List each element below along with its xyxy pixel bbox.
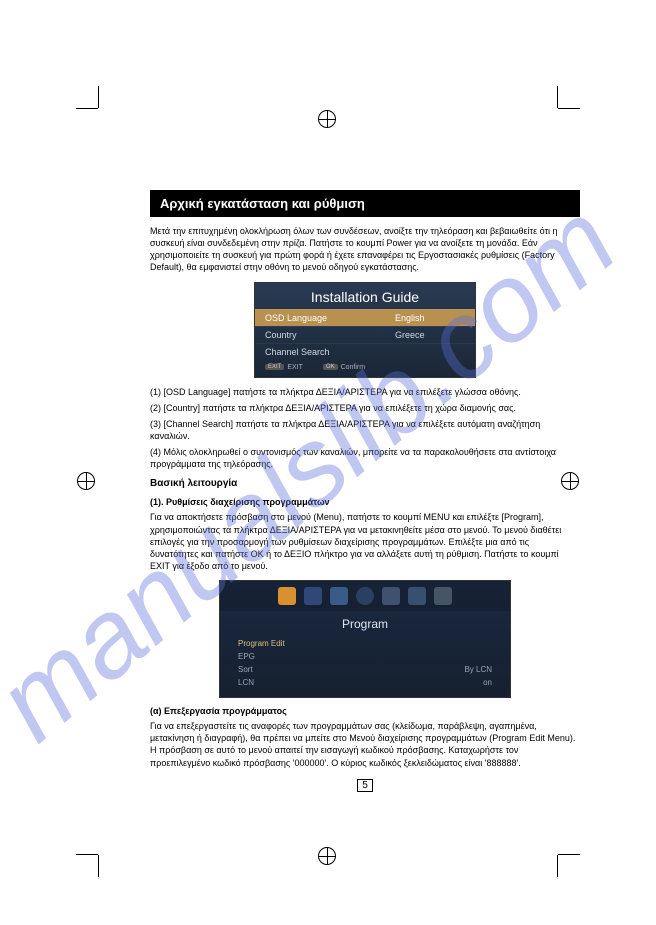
program-menu-title: Program — [220, 611, 510, 637]
tab-icon — [330, 587, 348, 605]
step-1: (1) [OSD Language] πατήστε τα πλήκτρα ΔΕ… — [150, 386, 580, 398]
step-2: (2) [Country] πατήστε τα πλήκτρα ΔΕΞΙΑ/Α… — [150, 402, 580, 414]
row-sort: SortBy LCN — [220, 663, 510, 676]
guide-title: Installation Guide — [255, 283, 475, 309]
program-edit-heading: (α) Επεξεργασία προγράμματος — [150, 706, 580, 716]
tab-icon — [356, 587, 374, 605]
tab-icon — [408, 587, 426, 605]
program-tab-icon — [278, 587, 296, 605]
tab-icon — [304, 587, 322, 605]
guide-row-osd-language: OSD Language English — [255, 309, 475, 326]
program-edit-body: Για να επεξεργαστείτε τις αναφορές των π… — [150, 720, 580, 769]
page-number: 5 — [357, 779, 373, 792]
step-4: (4) Μόλις ολοκληρωθεί ο συντονισμός των … — [150, 446, 580, 470]
program-menu-screenshot: Program Program Edit EPG SortBy LCN LCNo… — [219, 580, 511, 698]
guide-row-country: Country Greece — [255, 326, 475, 343]
installation-guide-screenshot: Installation Guide OSD Language English … — [254, 282, 476, 378]
exit-hint: EXITEXIT — [265, 364, 303, 371]
confirm-hint: OKConfirm — [323, 364, 365, 371]
step-3: (3) [Channel Search] πατήστε τα πλήκτρα … — [150, 418, 580, 442]
row-program-edit: Program Edit — [220, 637, 510, 650]
tab-icon — [434, 587, 452, 605]
program-management-heading: (1). Ρυθμίσεις διαχείρισης προγραμμάτων — [150, 497, 580, 507]
guide-footer: EXITEXIT OKConfirm — [255, 360, 475, 377]
section-title: Αρχική εγκατάσταση και ρύθμιση — [150, 190, 580, 217]
row-lcn: LCNon — [220, 676, 510, 697]
document-page: Αρχική εγκατάσταση και ρύθμιση Μετά την … — [150, 190, 580, 792]
program-management-body: Για να αποκτήσετε πρόσβαση στο μενού (Me… — [150, 511, 580, 572]
basic-operation-heading: Βασική λειτουργία — [150, 478, 580, 489]
row-epg: EPG — [220, 650, 510, 663]
menu-icon-strip — [220, 581, 510, 611]
intro-paragraph: Μετά την επιτυχημένη ολοκλήρωση όλων των… — [150, 225, 580, 274]
guide-row-channel-search: Channel Search — [255, 343, 475, 360]
tab-icon — [382, 587, 400, 605]
